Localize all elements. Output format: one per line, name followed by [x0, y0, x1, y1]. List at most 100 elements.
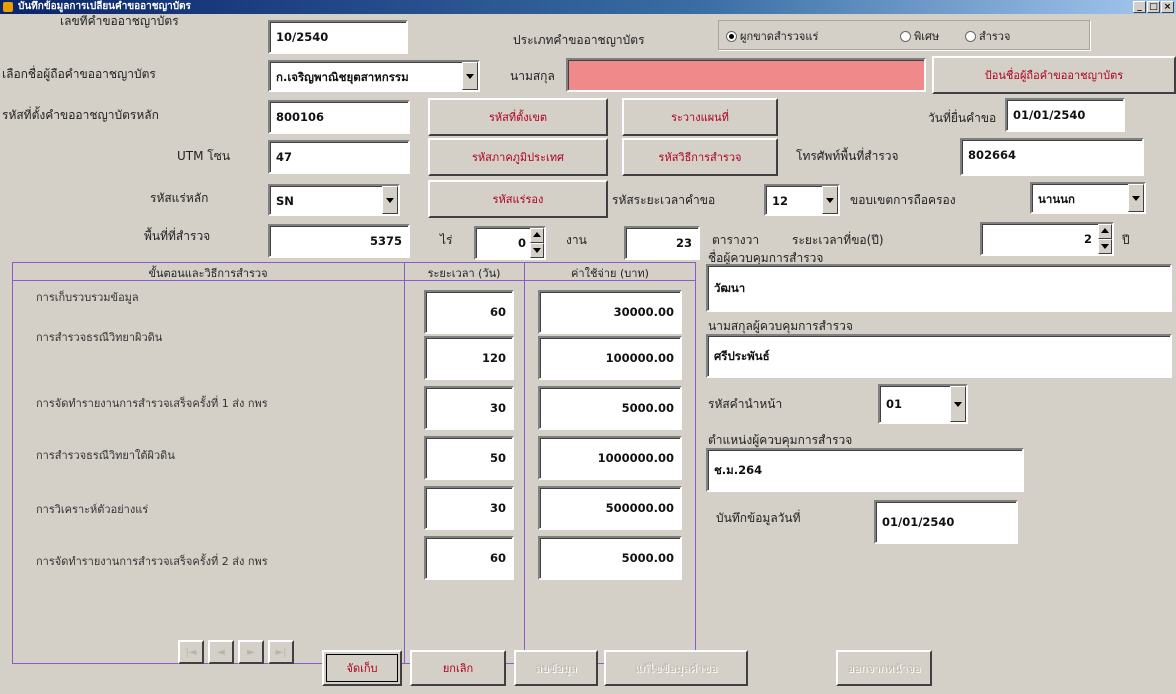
supervisor-surname-field[interactable]: ศรีประพันธ์: [706, 334, 1172, 378]
exit-button[interactable]: ออกจากหน้าจอ: [836, 650, 932, 686]
main-code-field[interactable]: 800106: [268, 100, 410, 134]
submit-date-label: วันที่ยื่นคำขอ: [928, 111, 997, 125]
wa-label: ตารางวา: [712, 233, 760, 247]
cancel-button[interactable]: ยกเลิก: [410, 650, 506, 686]
delete-button[interactable]: ลบข้อมูล: [514, 650, 598, 686]
radio-permit-type-special[interactable]: พิเศษ: [900, 27, 939, 45]
days-field[interactable]: 50: [424, 436, 514, 480]
radio-dot-exclusive: [726, 30, 737, 42]
days-field[interactable]: 30: [424, 486, 514, 530]
spin-down-icon[interactable]: [1098, 239, 1112, 254]
secondary-mineral-button[interactable]: รหัสแร่รอง: [428, 180, 608, 218]
step-label: การสำรวจธรณีวิทยาใต้ผิวดิน: [36, 449, 175, 462]
period-value: 12: [772, 194, 789, 208]
minimize-button[interactable]: _: [1133, 1, 1146, 13]
chevron-down-icon[interactable]: [1128, 184, 1144, 212]
holder-name-label: เลือกชื่อผู้ถือคำขออาชญาบัตร: [2, 67, 156, 81]
close-button[interactable]: ×: [1161, 1, 1174, 13]
position-label: ตำแหน่งผู้ควบคุมการสำรวจ: [708, 433, 853, 447]
save-button[interactable]: จัดเก็บ: [322, 650, 402, 686]
plan-table-col-divider-1: [404, 262, 405, 664]
duration-spinner[interactable]: 2: [980, 222, 1114, 256]
chevron-down-icon[interactable]: [950, 386, 966, 422]
spin-up-icon[interactable]: [1098, 224, 1112, 239]
edit-request-button[interactable]: แก้ไขข้อมูลคำขอ: [604, 650, 748, 686]
area-field[interactable]: 5375: [268, 224, 410, 258]
first-record-button[interactable]: |◄: [178, 640, 204, 664]
ngan-field[interactable]: 23: [624, 226, 700, 260]
utm-field[interactable]: 47: [268, 140, 410, 174]
spin-down-icon[interactable]: [530, 243, 544, 258]
radio-label-survey: สำรวจ: [979, 30, 1011, 43]
survey-phone-field[interactable]: 802664: [960, 138, 1144, 176]
maximize-button[interactable]: □: [1147, 1, 1160, 13]
step-label: การจัดทำรายงานการสำรวจเสร็จครั้งที่ 1 ส่…: [36, 397, 268, 410]
surname-field[interactable]: [566, 58, 926, 92]
cost-field[interactable]: 1000000.00: [538, 436, 682, 480]
next-record-button[interactable]: ►: [238, 640, 264, 664]
last-record-button[interactable]: ►|: [268, 640, 294, 664]
step-label: การจัดทำรายงานการสำรวจเสร็จครั้งที่ 2 ส่…: [36, 555, 268, 568]
step-label: การเก็บรวบรวมข้อมูล: [36, 291, 139, 304]
cost-field[interactable]: 500000.00: [538, 486, 682, 530]
cost-field[interactable]: 30000.00: [538, 290, 682, 334]
rai-label: ไร่: [440, 233, 453, 247]
col-header-step: ขั้นตอนและวิธีการสำรวจ: [148, 267, 268, 280]
survey-area-button[interactable]: ระวางแผนที่: [622, 98, 778, 136]
submit-date-field[interactable]: 01/01/2540: [1005, 98, 1125, 132]
period-label: รหัสระยะเวลาคำขอ: [612, 193, 716, 207]
supervisor-surname-label: นามสกุลผู้ควบคุมการสำรวจ: [708, 319, 853, 333]
holder-name-combo[interactable]: ก.เจริญพาณิชยุตสาหกรรม: [268, 60, 480, 92]
prefix-value: 01: [886, 397, 903, 411]
col-header-days: ระยะเวลา (วัน): [427, 267, 501, 280]
plan-table-col-divider-2: [524, 262, 525, 664]
days-field[interactable]: 60: [424, 290, 514, 334]
days-field[interactable]: 30: [424, 386, 514, 430]
spin-up-icon[interactable]: [530, 228, 544, 243]
permit-no-label: เลขที่คำขออาชญาบัตร: [60, 14, 179, 28]
window-title: บันทึกข้อมูลการเปลี่ยนคำขออาชญาบัตร: [18, 1, 191, 12]
surname-label: นามสกุล: [510, 69, 555, 83]
radio-permit-type-exclusive[interactable]: ผูกขาดสำรวจแร่: [726, 27, 818, 45]
days-field[interactable]: 120: [424, 336, 514, 380]
unit-label: ขอบเขตการถือครอง: [850, 193, 956, 207]
chevron-down-icon[interactable]: [822, 186, 838, 214]
chevron-down-icon[interactable]: [462, 62, 478, 90]
period-combo[interactable]: 12: [764, 184, 840, 216]
change-holder-button[interactable]: ป้อนชื่อผู้ถือคำขออาชญาบัตร: [932, 56, 1176, 94]
utm-label: UTM โซน: [177, 149, 231, 163]
year-label: ปี: [1122, 233, 1130, 247]
location-code-button[interactable]: รหัสที่ตั้งเขต: [428, 98, 608, 136]
permit-type-label: ประเภทคำขออาชญาบัตร: [513, 33, 645, 47]
prefix-label: รหัสคำนำหน้า: [708, 397, 783, 411]
mineral-code-combo[interactable]: SN: [268, 184, 400, 216]
cost-field[interactable]: 5000.00: [538, 386, 682, 430]
region-code-button[interactable]: รหัสภาคภูมิประเทศ: [428, 138, 608, 176]
cost-field[interactable]: 100000.00: [538, 336, 682, 380]
col-header-cost: ค่าใช้จ่าย (บาท): [571, 267, 649, 280]
supervisor-name-field[interactable]: วัฒนา: [706, 264, 1172, 312]
permit-no-field[interactable]: 10/2540: [268, 20, 408, 54]
rai-value: 0: [517, 236, 526, 250]
mineral-code-value: SN: [276, 194, 294, 208]
duration-label: ระยะเวลาที่ขอ(ปี): [792, 233, 884, 247]
unit-value: นานนก: [1038, 192, 1076, 206]
step-label: การวิเคราะห์ตัวอย่างแร่: [36, 503, 149, 516]
radio-label-special: พิเศษ: [914, 30, 940, 43]
rai-spinner[interactable]: 0: [474, 226, 546, 260]
mineral-code-label: รหัสแร่หลัก: [150, 191, 209, 205]
position-field[interactable]: ช.ม.264: [706, 448, 1024, 492]
step-label: การสำรวจธรณีวิทยาผิวดิน: [36, 331, 163, 344]
app-icon: [3, 2, 13, 12]
cost-field[interactable]: 5000.00: [538, 536, 682, 580]
prefix-combo[interactable]: 01: [878, 384, 968, 424]
prev-record-button[interactable]: ◄: [208, 640, 234, 664]
survey-method-button[interactable]: รหัสวิธีการสำรวจ: [622, 138, 778, 176]
radio-permit-type-survey[interactable]: สำรวจ: [965, 27, 1010, 45]
radio-label-exclusive: ผูกขาดสำรวจแร่: [740, 30, 819, 43]
chevron-down-icon[interactable]: [382, 186, 398, 214]
record-date-field[interactable]: 01/01/2540: [874, 500, 1018, 544]
duration-value: 2: [1083, 232, 1092, 246]
days-field[interactable]: 60: [424, 536, 514, 580]
unit-combo[interactable]: นานนก: [1030, 182, 1146, 214]
